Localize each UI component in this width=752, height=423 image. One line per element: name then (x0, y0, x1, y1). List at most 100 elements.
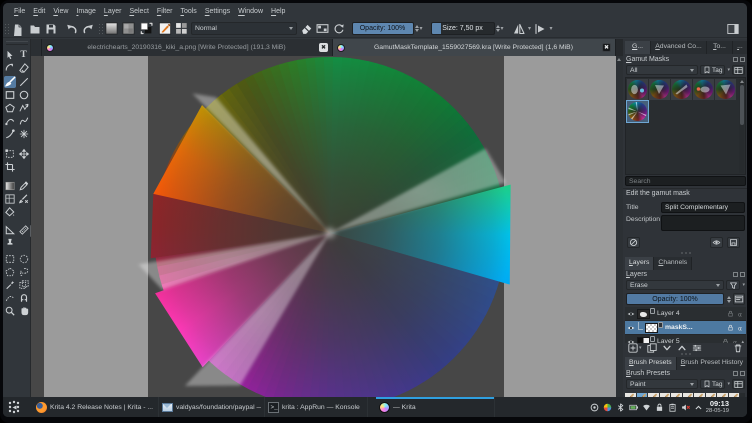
gamut-mask-thumb-1[interactable] (627, 79, 648, 100)
scroll-up-arrow-icon[interactable] (739, 80, 744, 83)
wrap-around-button[interactable] (533, 22, 548, 36)
opacity-spinner[interactable] (414, 25, 419, 32)
canvas-area[interactable] (31, 56, 616, 397)
preview-mask-button[interactable] (710, 237, 723, 248)
save-mask-button[interactable] (727, 237, 740, 248)
alpha-icon[interactable]: α (736, 310, 744, 318)
kde-color-icon[interactable] (603, 403, 612, 412)
gamut-mask-thumb-6[interactable] (626, 100, 649, 123)
battery-icon[interactable] (629, 403, 638, 412)
brush-tag-caret-icon[interactable]: ▾ (727, 381, 730, 387)
save-button[interactable] (44, 22, 59, 36)
float-docker-icon[interactable] (733, 371, 738, 376)
tool-similar-select[interactable] (4, 279, 16, 291)
alpha-icon[interactable]: α (736, 324, 744, 332)
tool-fill[interactable] (4, 206, 16, 218)
brush-display-mode-button[interactable] (732, 379, 745, 389)
eraser-mode-button[interactable] (299, 22, 314, 36)
brush-presets-button[interactable] (174, 22, 189, 36)
menu-view[interactable]: View (49, 6, 72, 17)
canvas-vertical-scrollbar[interactable] (616, 56, 623, 397)
brush-filter-combo[interactable]: Paint (626, 379, 698, 389)
search-tray-icon[interactable] (590, 403, 599, 412)
menu-layer[interactable]: Layer (100, 6, 126, 17)
tool-measure[interactable] (18, 224, 30, 236)
menu-edit[interactable]: Edit (29, 6, 49, 17)
close-docker-icon[interactable] (740, 272, 745, 277)
tool-assistants[interactable] (4, 224, 16, 236)
tool-freehand-path[interactable] (18, 115, 30, 127)
tool-select-shapes[interactable] (4, 49, 16, 61)
add-layer-caret-icon[interactable]: ▾ (639, 345, 642, 351)
mask-filter-combo[interactable]: All (626, 65, 698, 75)
layer-filter-caret-icon[interactable]: ▾ (742, 282, 745, 288)
gamut-mask-thumb-4[interactable] (693, 79, 714, 100)
tool-bezier-select[interactable] (4, 292, 16, 304)
close-tab-icon[interactable]: ✖ (319, 43, 328, 52)
docker-tab-advancedco[interactable]: Advanced Co... (651, 41, 707, 54)
document-tab-1[interactable]: electrichearts_20190316_kiki_a.png [Writ… (42, 39, 333, 56)
tool-colorize-mask[interactable] (18, 193, 30, 205)
lock-icon[interactable] (727, 310, 734, 317)
menu-select[interactable]: Select (125, 6, 152, 17)
new-document-button[interactable] (11, 22, 26, 36)
taskbar-task-1[interactable]: Krita 4.2 Release Notes | Krita - ... (33, 397, 159, 417)
taskbar-task-3[interactable]: >_ krita : AppRun — Konsole (265, 397, 368, 417)
undo-button[interactable] (64, 22, 79, 36)
layer-row-3[interactable]: Layer 5 α ▴ (625, 335, 746, 343)
menu-settings[interactable]: Settings (201, 6, 234, 17)
tool-rect-select[interactable] (4, 253, 16, 265)
pattern-chooser-button[interactable] (121, 22, 136, 36)
tool-freehand-brush[interactable] (4, 75, 16, 88)
wrap-caret-icon[interactable]: ▾ (550, 25, 553, 32)
layer-filter-button[interactable] (726, 280, 741, 290)
tool-polygon[interactable] (4, 102, 16, 114)
menu-filter[interactable]: Filter (153, 6, 177, 17)
size-options-caret-icon[interactable]: ▾ (501, 25, 504, 32)
close-tab-icon[interactable]: ✖ (602, 43, 611, 52)
blend-mode-combo[interactable]: Normal (191, 22, 297, 35)
layer-opacity-slider[interactable]: Opacity: 100% (626, 293, 724, 305)
eye-icon[interactable] (627, 324, 635, 332)
gradient-chooser-button[interactable] (104, 22, 119, 36)
eye-icon[interactable] (627, 310, 635, 318)
tool-rectangle[interactable] (4, 89, 16, 101)
layer-properties-button[interactable] (733, 293, 745, 305)
document-tab-2[interactable]: GamutMaskTemplate_1559027569.kra [Write … (333, 39, 616, 56)
tool-move[interactable] (18, 148, 30, 160)
tool-crop[interactable] (4, 161, 16, 173)
tag-button[interactable]: Tag (700, 65, 726, 75)
layer-opacity-spinner[interactable] (727, 295, 731, 303)
lock-icon[interactable] (727, 324, 734, 331)
tool-transform[interactable] (4, 148, 16, 160)
gamut-mask-thumb-3[interactable] (671, 79, 692, 100)
tool-reference-images[interactable] (4, 237, 16, 249)
float-docker-icon[interactable] (733, 57, 738, 62)
menu-image[interactable]: Image (72, 6, 99, 17)
tool-calligraphy[interactable] (18, 62, 30, 74)
app-launcher-button[interactable] (3, 397, 25, 417)
tool-polygon-select[interactable] (4, 266, 16, 278)
docker-tab-g[interactable]: G... (625, 41, 651, 54)
tool-bezier-curve[interactable] (4, 115, 16, 127)
tool-polyline[interactable] (18, 102, 30, 114)
tool-edit-shapes[interactable] (4, 62, 16, 74)
float-docker-icon[interactable] (733, 272, 738, 277)
tool-pattern-edit[interactable] (4, 193, 16, 205)
display-mode-button[interactable] (732, 65, 745, 75)
open-document-button[interactable] (27, 22, 42, 36)
tool-line[interactable] (18, 76, 30, 88)
size-slider[interactable]: Size: 7,50 px (430, 22, 495, 35)
tool-color-sampler[interactable] (18, 180, 30, 192)
tool-dynamic-brush[interactable] (4, 128, 16, 140)
mask-title-input[interactable]: Split Complementary (661, 201, 745, 213)
tool-gradient[interactable] (4, 180, 16, 192)
opacity-options-caret-icon[interactable]: ▾ (420, 25, 423, 32)
menu-help[interactable]: Help (267, 6, 289, 17)
tool-zoom[interactable] (4, 305, 16, 317)
docker-tab-more[interactable]: ... (733, 41, 747, 54)
mirror-caret-icon[interactable]: ▾ (528, 25, 531, 32)
menu-file[interactable]: File (10, 6, 29, 17)
lock-icon[interactable] (655, 403, 664, 412)
layer-blend-combo[interactable]: Erase (626, 280, 725, 290)
